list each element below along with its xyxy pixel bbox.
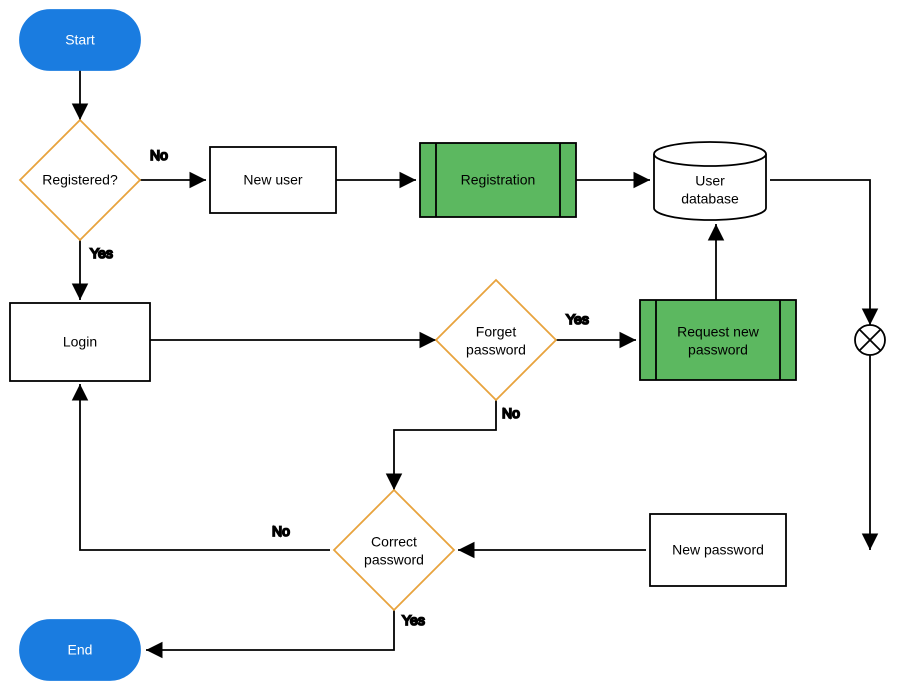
edge-correct-to-login [80,384,330,550]
login-node: Login [10,303,150,381]
new-password-node: New password [650,514,786,586]
start-label: Start [65,32,95,48]
registered-decision: Registered? [20,120,140,240]
forget-password-decision: Forget password [436,280,556,400]
flowchart-diagram: No Yes Yes No No Yes Star [0,0,910,688]
new-user-node: New user [210,147,336,213]
edge-forget-to-correct [394,400,496,490]
label-registered-no: No [150,147,168,163]
label-registered-yes: Yes [90,245,113,261]
new-password-label: New password [672,542,764,558]
label-correct-no: No [272,523,290,539]
end-node: End [20,620,140,680]
correct-label-2: password [364,552,424,568]
start-node: Start [20,10,140,70]
label-forget-no: No [502,405,520,421]
registration-node: Registration [420,143,576,217]
registration-label: Registration [461,172,536,188]
registered-label: Registered? [42,172,118,188]
correct-password-decision: Correct password [334,490,454,610]
forget-label-1: Forget [476,324,517,340]
forget-label-2: password [466,342,526,358]
label-forget-yes: Yes [566,311,589,327]
xor-merge-node [855,325,885,355]
user-db-label-2: database [681,191,739,207]
new-user-label: New user [243,172,302,188]
correct-label-1: Correct [371,534,417,550]
end-label: End [68,642,93,658]
user-db-label-1: User [695,173,725,189]
request-label-1: Request new [677,324,760,340]
request-password-node: Request new password [640,300,796,380]
user-database-node: User database [654,142,766,220]
label-correct-yes: Yes [402,612,425,628]
request-label-2: password [688,342,748,358]
login-label: Login [63,334,97,350]
edge-correct-to-end [146,610,394,650]
